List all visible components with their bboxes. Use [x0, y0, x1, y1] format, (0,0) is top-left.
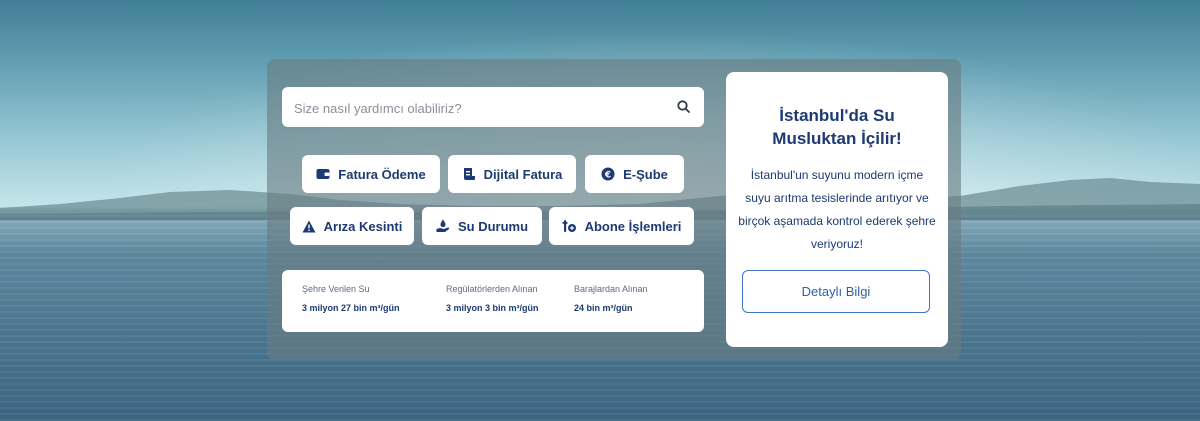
stat-regulatorlerden: Regülatörlerden Alınan 3 milyon 3 bin m³… [446, 284, 539, 313]
stat-value: 24 bin m³/gün [574, 303, 633, 313]
stat-label: Şehre Verilen Su [302, 284, 370, 294]
info-body: İstanbul'un suyunu modern içme suyu arıt… [738, 168, 936, 251]
wallet-icon [316, 169, 330, 179]
search-input[interactable] [292, 95, 676, 121]
info-title: İstanbul'da Su Musluktan İçilir! [772, 106, 902, 148]
water-stats-panel: Şehre Verilen Su 3 milyon 27 bin m³/gün … [282, 270, 704, 332]
stat-label: Barajlardan Alınan [574, 284, 648, 294]
abone-islemleri-label: Abone İşlemleri [584, 218, 682, 234]
su-durumu-button[interactable]: Su Durumu [422, 207, 542, 245]
euro-coin-icon: € [601, 167, 615, 181]
stat-sehre-verilen: Şehre Verilen Su 3 milyon 27 bin m³/gün [302, 284, 400, 313]
e-sube-label: E-Şube [623, 166, 668, 182]
dijital-fatura-button[interactable]: Dijital Fatura [448, 155, 576, 193]
e-sube-button[interactable]: € E-Şube [585, 155, 684, 193]
fatura-odeme-label: Fatura Ödeme [338, 166, 426, 182]
digital-invoice-icon [463, 168, 475, 180]
ariza-kesinti-label: Arıza Kesinti [323, 218, 403, 234]
dijital-fatura-label: Dijital Fatura [483, 166, 563, 182]
detayli-bilgi-button[interactable]: Detaylı Bilgi [742, 270, 930, 313]
stat-value: 3 milyon 27 bin m³/gün [302, 303, 400, 313]
fatura-odeme-button[interactable]: Fatura Ödeme [302, 155, 440, 193]
stat-barajlardan: Barajlardan Alınan 24 bin m³/gün [574, 284, 648, 313]
ariza-kesinti-button[interactable]: Arıza Kesinti [290, 207, 414, 245]
subscriber-icon [562, 220, 576, 232]
info-card: İstanbul'da Su Musluktan İçilir! İstanbu… [726, 72, 948, 347]
background-scene: Fatura Ödeme Dijital Fatura € E-Şube Arı… [0, 0, 1200, 421]
abone-islemleri-button[interactable]: Abone İşlemleri [549, 207, 694, 245]
stat-value: 3 milyon 3 bin m³/gün [446, 303, 539, 313]
water-hand-icon [436, 219, 450, 232]
warning-icon [302, 220, 316, 232]
svg-text:€: € [604, 171, 611, 181]
search-icon[interactable] [676, 99, 692, 115]
search-box[interactable] [282, 87, 704, 127]
stat-label: Regülatörlerden Alınan [446, 284, 538, 294]
su-durumu-label: Su Durumu [457, 218, 529, 234]
